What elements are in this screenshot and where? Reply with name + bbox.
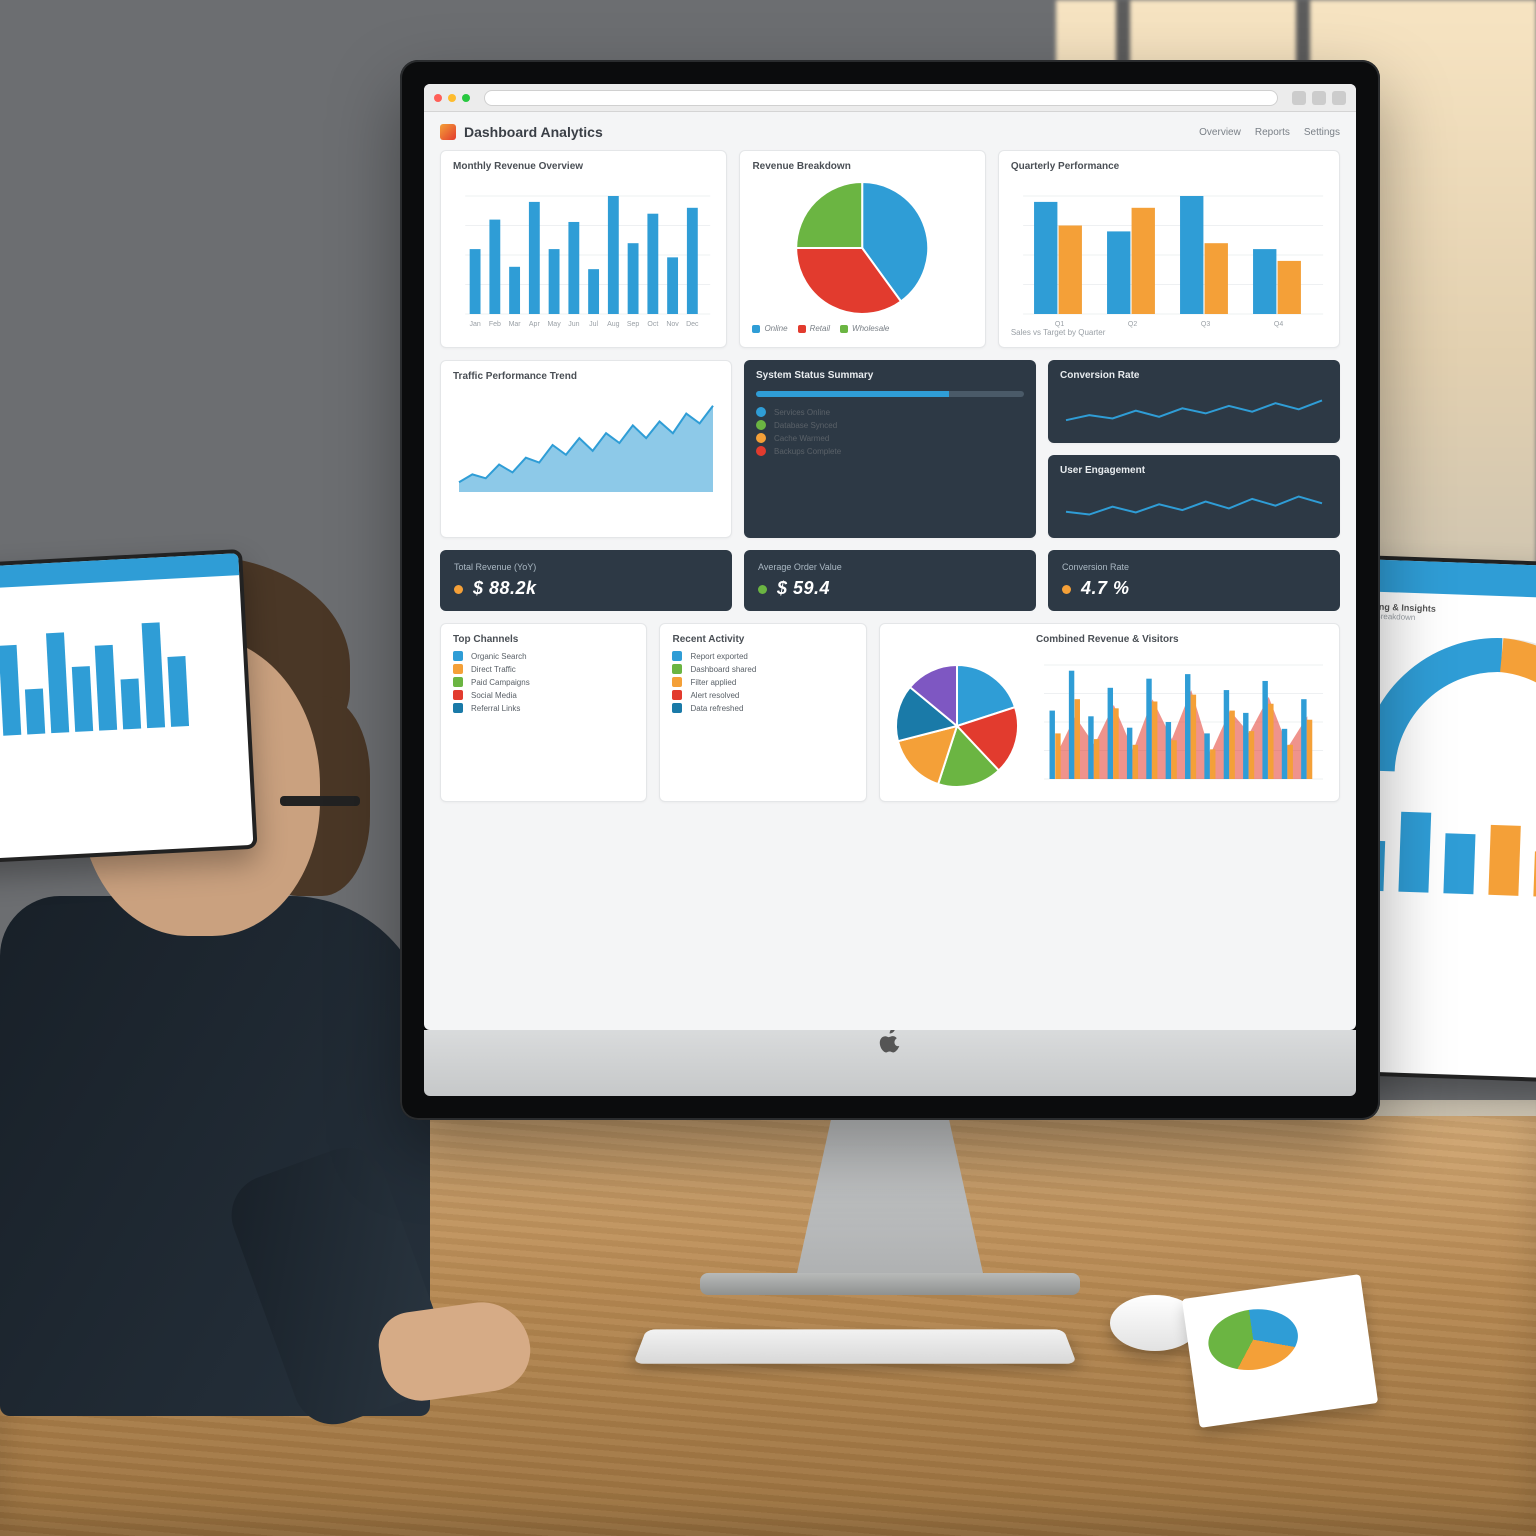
card-spark2[interactable]: User Engagement (1048, 455, 1340, 538)
legend-item: Retail (810, 324, 830, 333)
list-item: Organic Search (453, 651, 634, 661)
list-item: Alert resolved (672, 690, 853, 700)
legend-item: Online (764, 324, 787, 333)
status-item: Services Online (756, 407, 1024, 417)
card-area[interactable]: Traffic Performance Trend (440, 360, 732, 538)
card-title: Combined Revenue & Visitors (1036, 634, 1327, 645)
svg-text:Oct: Oct (647, 321, 658, 328)
svg-text:Q3: Q3 (1201, 321, 1210, 328)
dashboard: Dashboard Analytics Overview Reports Set… (424, 112, 1356, 814)
list-item: Report exported (672, 651, 853, 661)
svg-text:Jun: Jun (568, 321, 579, 328)
card-title: Traffic Performance Trend (453, 371, 719, 382)
card-subtitle: Sales vs Target by Quarter (1011, 328, 1327, 337)
status-dot-icon (758, 585, 767, 594)
card-bar2[interactable]: Quarterly Performance Q1 Q2 Q3 Q4 Sales vs … (998, 150, 1340, 348)
card-title: Monthly Revenue Overview (453, 161, 714, 172)
pie-chart-icon (752, 178, 972, 318)
page-title: Dashboard Analytics (464, 124, 603, 140)
sparkline-icon (1060, 482, 1328, 528)
list-item: Paid Campaigns (453, 677, 634, 687)
list-item: Filter applied (672, 677, 853, 687)
svg-text:Mar: Mar (509, 321, 522, 328)
kpi-card[interactable]: Total Revenue (YoY) $ 88.2k (440, 550, 732, 611)
sparkline-icon (1060, 387, 1328, 433)
list-item: Referral Links (453, 703, 634, 713)
combo-chart-icon (1036, 651, 1327, 791)
nav-link[interactable]: Reports (1255, 127, 1290, 138)
window-maximize-icon[interactable] (462, 94, 470, 102)
window-minimize-icon[interactable] (448, 94, 456, 102)
svg-text:Nov: Nov (666, 321, 679, 328)
address-bar[interactable] (484, 90, 1278, 106)
top-nav: Overview Reports Settings (1199, 127, 1340, 138)
card-title: User Engagement (1060, 465, 1328, 476)
status-item: Database Synced (756, 420, 1024, 430)
primary-monitor: Dashboard Analytics Overview Reports Set… (400, 60, 1380, 1120)
window-close-icon[interactable] (434, 94, 442, 102)
toolbar-icon[interactable] (1312, 91, 1326, 105)
pie-chart-icon (892, 661, 1022, 791)
card-title: Top Channels (453, 634, 634, 645)
card-title: Recent Activity (672, 634, 853, 645)
svg-text:Sep: Sep (627, 321, 640, 328)
card-title: System Status Summary (756, 370, 1024, 381)
legend: Online Retail Wholesale (752, 324, 972, 333)
list-item: Direct Traffic (453, 664, 634, 674)
card-status[interactable]: System Status Summary Services Online Da… (744, 360, 1036, 538)
card-combo[interactable]: Combined Revenue & Visitors (879, 623, 1340, 802)
kpi-card[interactable]: Average Order Value $ 59.4 (744, 550, 1036, 611)
svg-text:Q4: Q4 (1274, 321, 1283, 328)
kpi-value: $ 88.2k (473, 578, 537, 598)
card-bar1[interactable]: Monthly Revenue Overview Jan Feb Mar Apr May… (440, 150, 727, 348)
kpi-value: 4.7 % (1081, 578, 1130, 598)
area-chart-icon (453, 388, 719, 498)
kpi-title: Average Order Value (758, 562, 1022, 572)
svg-text:Dec: Dec (686, 321, 699, 328)
notepad (1182, 1274, 1378, 1428)
svg-text:Aug: Aug (607, 321, 620, 328)
card-spark1[interactable]: Conversion Rate (1048, 360, 1340, 443)
card-title: Revenue Breakdown (752, 161, 972, 172)
svg-text:Jul: Jul (589, 321, 598, 328)
svg-text:Q2: Q2 (1128, 321, 1137, 328)
nav-link[interactable]: Overview (1199, 127, 1241, 138)
status-dot-icon (1062, 585, 1071, 594)
card-pie1[interactable]: Revenue Breakdown Online Retail Wholesal… (739, 150, 985, 348)
card-list1[interactable]: Top Channels Organic Search Direct Traff… (440, 623, 647, 802)
status-item: Cache Warmed (756, 433, 1024, 443)
svg-text:Apr: Apr (529, 321, 541, 328)
status-dot-icon (454, 585, 463, 594)
svg-text:Feb: Feb (489, 321, 501, 328)
keyboard (633, 1329, 1077, 1363)
apple-logo-icon (876, 1026, 904, 1054)
svg-text:May: May (547, 321, 561, 328)
svg-text:Q1: Q1 (1055, 321, 1064, 328)
list-item: Data refreshed (672, 703, 853, 713)
browser-toolbar (424, 84, 1356, 112)
toolbar-icon[interactable] (1332, 91, 1346, 105)
list-item: Social Media (453, 690, 634, 700)
kpi-title: Total Revenue (YoY) (454, 562, 718, 572)
screen-content: Dashboard Analytics Overview Reports Set… (424, 84, 1356, 1030)
toolbar-icon[interactable] (1292, 91, 1306, 105)
card-list2[interactable]: Recent Activity Report exported Dashboar… (659, 623, 866, 802)
side-left-bars-icon (0, 606, 200, 747)
bar-chart-icon: Jan Feb Mar Apr May Jun Jul Aug Sep Oct Nov Dec (453, 178, 714, 328)
list-item: Dashboard shared (672, 664, 853, 674)
kpi-value: $ 59.4 (777, 578, 830, 598)
brand-icon (440, 124, 456, 140)
card-title: Conversion Rate (1060, 370, 1328, 381)
status-item: Backups Complete (756, 446, 1024, 456)
grouped-bar-chart-icon: Q1 Q2 Q3 Q4 (1011, 178, 1327, 328)
nav-link[interactable]: Settings (1304, 127, 1340, 138)
card-title: Quarterly Performance (1011, 161, 1327, 172)
legend-item: Wholesale (852, 324, 889, 333)
kpi-title: Conversion Rate (1062, 562, 1326, 572)
svg-text:Jan: Jan (469, 321, 480, 328)
secondary-monitor-left: Performance Summary (0, 549, 258, 871)
kpi-card[interactable]: Conversion Rate 4.7 % (1048, 550, 1340, 611)
